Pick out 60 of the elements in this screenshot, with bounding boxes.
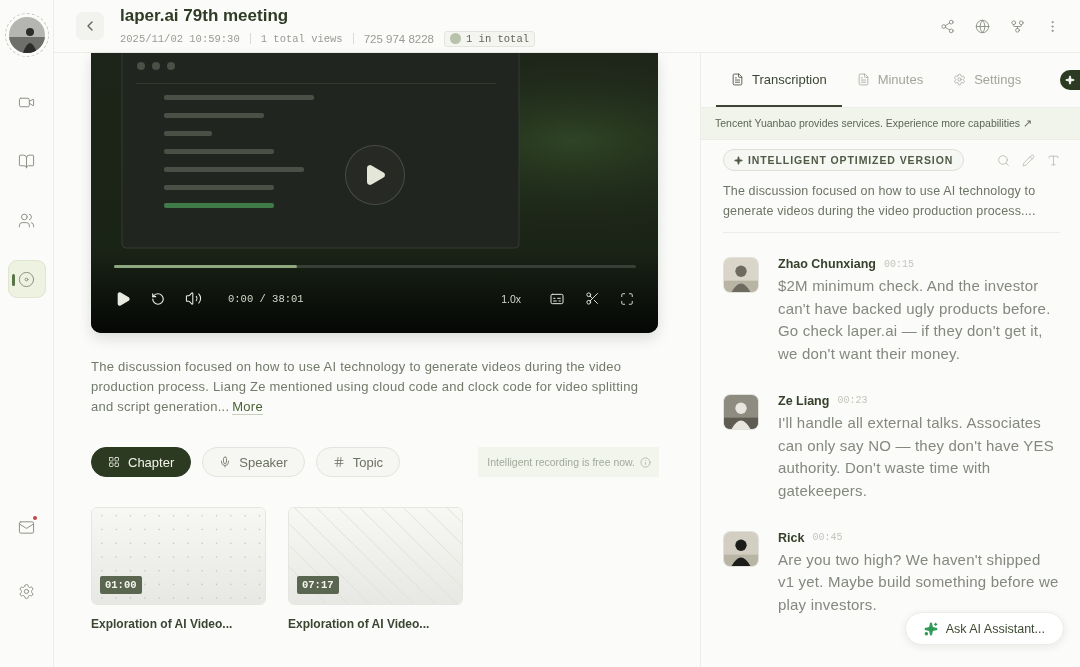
sparkle-icon xyxy=(1065,75,1075,85)
grid-icon xyxy=(108,456,120,468)
playback-time: 0:00 / 38:01 xyxy=(228,292,304,305)
play-button[interactable] xyxy=(115,290,131,307)
chapter-title[interactable]: Exploration of AI Video... xyxy=(288,617,463,631)
speed-button[interactable]: 1.0x xyxy=(501,292,521,305)
notice-text: Intelligent recording is free now. xyxy=(487,456,635,468)
ai-button[interactable] xyxy=(1060,70,1080,90)
speaker-name: Rick xyxy=(778,530,805,545)
version-badge: INTELLIGENT OPTIMIZED VERSION xyxy=(723,149,965,171)
sparkle-icon xyxy=(923,621,938,636)
text-size-icon[interactable] xyxy=(1047,153,1060,167)
video-player[interactable]: 0:00 / 38:01 1.0x xyxy=(91,53,658,333)
pencil-icon[interactable] xyxy=(1022,153,1035,167)
document-icon xyxy=(731,72,744,86)
share-icon[interactable] xyxy=(940,18,955,34)
speaker-name: Ze Liang xyxy=(778,393,830,408)
transcript-summary: The discussion focused on how to use AI technology to generate videos during the video production process.... xyxy=(723,181,1060,233)
transcript-text: I'll handle all external talks. Associates can only say NO — they don't have YES authority. Don't waste time with gatekeepers. xyxy=(778,412,1055,501)
globe-icon[interactable] xyxy=(975,18,990,34)
view-count: 1 total views xyxy=(260,32,343,45)
replay-button[interactable] xyxy=(151,291,165,306)
meeting-summary: The discussion focused on how to use AI technology to generate videos during the video production process. Liang Ze mentioned using cloud code and clock code for video splitting and script generation... More xyxy=(91,358,640,417)
view-tab[interactable]: Topic xyxy=(315,447,401,477)
service-banner[interactable]: Tencent Yuanbao provides services. Experience more capabilities ↗ xyxy=(701,108,1080,140)
chapter-thumbnail[interactable]: 01:00 xyxy=(91,507,266,605)
chapter-duration: 01:00 xyxy=(100,576,142,594)
fork-icon[interactable] xyxy=(1010,18,1025,34)
user-avatar[interactable] xyxy=(8,17,45,53)
ask-ai-button[interactable]: Ask AI Assistant... xyxy=(904,612,1064,645)
chapter-title[interactable]: Exploration of AI Video... xyxy=(91,617,266,631)
record-icon xyxy=(18,270,35,288)
search-icon[interactable] xyxy=(997,153,1010,167)
book-icon xyxy=(18,152,35,170)
participant-count[interactable]: 1 in total xyxy=(444,30,536,47)
progress-track[interactable] xyxy=(114,265,636,268)
document-icon xyxy=(856,72,870,86)
settings-icon xyxy=(18,582,35,600)
view-tab[interactable]: Chapter xyxy=(91,447,192,477)
record-nav-button[interactable] xyxy=(7,260,46,298)
gear-icon xyxy=(953,72,967,86)
meeting-datetime: 2025/11/02 10:59:30 xyxy=(120,32,240,45)
meeting-id: 725 974 8228 xyxy=(363,32,434,45)
microphone-icon xyxy=(219,456,232,468)
fullscreen-button[interactable] xyxy=(620,291,634,306)
volume-button[interactable] xyxy=(185,290,202,307)
people-icon xyxy=(18,211,35,229)
clip-button[interactable] xyxy=(585,291,600,306)
meeting-title: laper.ai 79th meeting xyxy=(120,5,290,26)
sparkle-icon xyxy=(734,155,743,165)
transcript-text: $2M minimum check. And the investor can't have backed ugly products before. Go check laper.ai — if they don't get it, we don't want their money. xyxy=(778,276,1052,365)
speaker-name: Zhao Chunxiang xyxy=(778,257,876,271)
more-link[interactable]: More xyxy=(232,399,263,415)
info-icon[interactable] xyxy=(640,456,651,468)
chapter-duration: 07:17 xyxy=(297,576,339,594)
mail-icon xyxy=(18,518,35,536)
chapter-thumbnail[interactable]: 07:17 xyxy=(288,507,463,605)
hash-icon xyxy=(332,456,345,468)
view-tab[interactable]: Speaker xyxy=(202,447,305,477)
back-button[interactable] xyxy=(76,12,104,40)
